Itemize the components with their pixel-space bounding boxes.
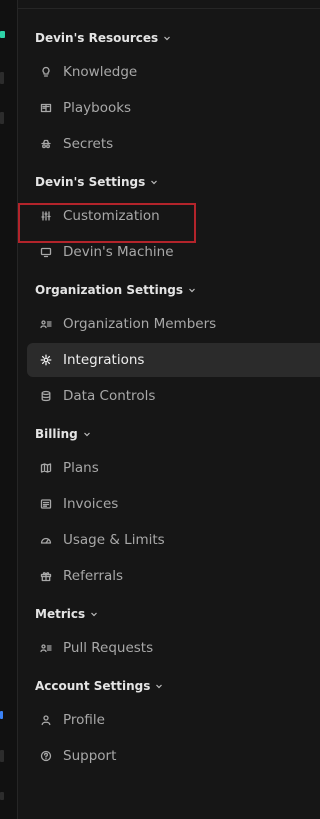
help-circle-icon [39, 749, 53, 763]
left-icon-rail [0, 0, 18, 819]
nav-item-pull-requests[interactable]: Pull Requests [27, 631, 320, 665]
sliders-icon [39, 209, 53, 223]
section-header-resources[interactable]: Devin's Resources [35, 28, 172, 48]
nav-item-label: Plans [63, 460, 99, 476]
nav-item-playbooks[interactable]: Playbooks [27, 91, 320, 125]
chevron-down-icon [151, 180, 158, 185]
rail-icon-5[interactable] [0, 792, 4, 800]
section-label: Account Settings [35, 679, 151, 693]
gift-icon [39, 569, 53, 583]
nav-item-organization-members[interactable]: Organization Members [27, 307, 320, 341]
database-icon [39, 389, 53, 403]
nav-item-label: Customization [63, 208, 160, 224]
logo-icon[interactable] [0, 31, 5, 38]
gear-icon [39, 353, 53, 367]
members-icon [39, 641, 53, 655]
rail-icon-1[interactable] [0, 72, 4, 84]
nav-item-label: Playbooks [63, 100, 132, 116]
nav-item-label: Organization Members [63, 316, 217, 332]
nav-item-label: Integrations [63, 352, 145, 368]
nav-item-customization[interactable]: Customization [27, 199, 320, 233]
invoice-icon [39, 497, 53, 511]
gauge-icon [39, 533, 53, 547]
nav-item-label: Pull Requests [63, 640, 154, 656]
chevron-down-icon [189, 288, 195, 293]
nav-item-label: Secrets [63, 136, 114, 152]
nav-item-invoices[interactable]: Invoices [27, 487, 320, 521]
nav-item-label: Profile [63, 712, 105, 728]
user-icon [39, 713, 53, 727]
nav-item-knowledge[interactable]: Knowledge [27, 55, 320, 89]
nav-item-plans[interactable]: Plans [27, 451, 320, 485]
nav-item-label: Data Controls [63, 388, 156, 404]
settings-sidebar: Devin's Resources Knowledge Playbooks Se… [18, 0, 320, 819]
nav-item-secrets[interactable]: Secrets [27, 127, 320, 161]
section-label: Devin's Resources [35, 31, 159, 45]
nav-item-devins-machine[interactable]: Devin's Machine [27, 235, 320, 269]
nav-item-support[interactable]: Support [27, 739, 320, 773]
nav-item-label: Devin's Machine [63, 244, 174, 260]
rail-icon-4[interactable] [0, 750, 4, 762]
book-open-icon [39, 101, 53, 115]
nav-item-profile[interactable]: Profile [27, 703, 320, 737]
rail-icon-2[interactable] [0, 112, 4, 124]
section-header-account[interactable]: Account Settings [35, 676, 164, 696]
section-header-settings[interactable]: Devin's Settings [35, 172, 159, 192]
section-label: Billing [35, 427, 78, 441]
monitor-icon [39, 245, 53, 259]
nav-item-data-controls[interactable]: Data Controls [27, 379, 320, 413]
nav-item-integrations[interactable]: Integrations [27, 343, 320, 377]
members-icon [39, 317, 53, 331]
nav-item-label: Referrals [63, 568, 124, 584]
chevron-down-icon [164, 36, 171, 41]
section-label: Metrics [35, 607, 86, 621]
nav-item-label: Invoices [63, 496, 119, 512]
map-icon [39, 461, 53, 475]
lightbulb-icon [39, 65, 53, 79]
chevron-down-icon [83, 432, 90, 437]
incognito-icon [39, 137, 53, 151]
section-header-billing[interactable]: Billing [35, 424, 92, 444]
section-header-metrics[interactable]: Metrics [35, 604, 99, 624]
nav-item-referrals[interactable]: Referrals [27, 559, 320, 593]
chevron-down-icon [156, 684, 163, 689]
nav-item-label: Support [63, 748, 117, 764]
chevron-down-icon [91, 612, 98, 617]
rail-icon-3[interactable] [0, 711, 3, 719]
nav-item-label: Usage & Limits [63, 532, 165, 548]
nav-item-usage-limits[interactable]: Usage & Limits [27, 523, 320, 557]
section-label: Organization Settings [35, 283, 184, 297]
section-label: Devin's Settings [35, 175, 146, 189]
section-header-organization[interactable]: Organization Settings [35, 280, 197, 300]
nav-item-label: Knowledge [63, 64, 138, 80]
